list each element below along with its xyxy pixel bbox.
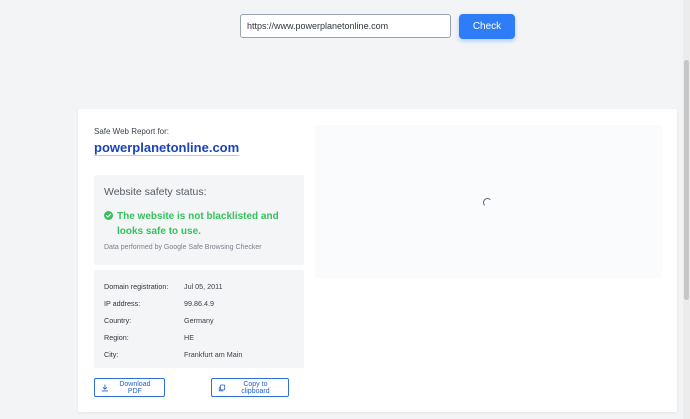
info-value: Frankfurt am Main xyxy=(184,350,243,359)
report-header: Safe Web Report for: xyxy=(94,127,169,136)
safety-data-note: Data performed by Google Safe Browsing C… xyxy=(104,244,262,251)
info-label: Country: xyxy=(104,316,132,325)
loading-spinner-icon xyxy=(483,198,492,207)
info-value: HE xyxy=(184,333,194,342)
download-icon xyxy=(101,383,109,391)
safety-status-title: Website safety status: xyxy=(104,186,207,198)
download-pdf-button[interactable]: Download PDF xyxy=(94,378,165,397)
info-value: Jul 05, 2011 xyxy=(184,282,223,291)
info-label: City: xyxy=(104,350,119,359)
copy-to-clipboard-button[interactable]: Copy to clipboard xyxy=(211,378,289,397)
info-value: 99.86.4.9 xyxy=(184,299,214,308)
download-pdf-label: Download PDF xyxy=(119,380,151,395)
safety-status-panel: Website safety status: The website is no… xyxy=(94,175,304,265)
safety-status-text: The website is not blacklisted and looks… xyxy=(117,211,279,237)
info-label: IP address: xyxy=(104,299,141,308)
report-card: Safe Web Report for: powerplanetonline.c… xyxy=(78,109,677,412)
domain-info-panel: Domain registration: Jul 05, 2011 IP add… xyxy=(94,270,304,368)
domain-link[interactable]: powerplanetonline.com xyxy=(94,140,239,155)
copy-icon xyxy=(218,384,226,391)
page-scrollbar[interactable] xyxy=(683,0,690,419)
check-button[interactable]: Check xyxy=(459,14,515,39)
url-input[interactable] xyxy=(240,14,451,38)
info-label: Domain registration: xyxy=(104,282,169,291)
info-value: Germany xyxy=(184,316,214,325)
website-preview-panel xyxy=(315,125,662,278)
copy-to-clipboard-label: Copy to clipboard xyxy=(241,380,270,395)
scrollbar-thumb[interactable] xyxy=(684,60,689,300)
check-circle-icon xyxy=(104,211,113,220)
info-label: Region: xyxy=(104,333,129,342)
